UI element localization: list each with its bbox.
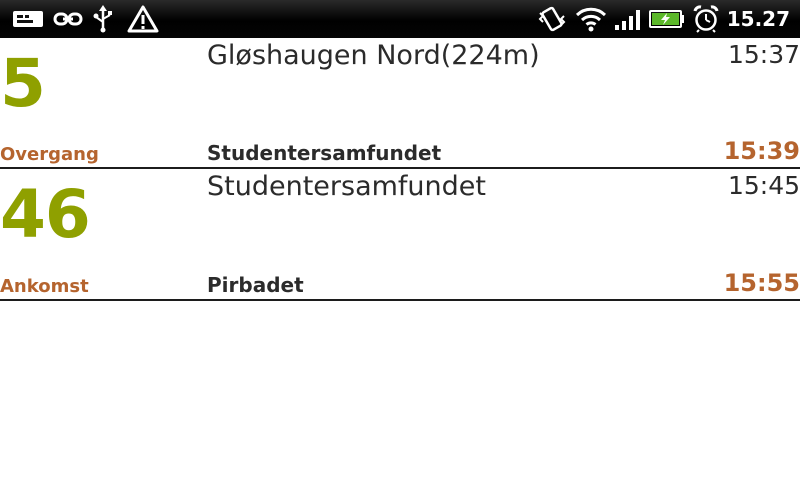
departure-stop: Studentersamfundet <box>207 171 486 202</box>
arrival-time: 15:55 <box>723 269 800 297</box>
arrival-stop: Pirbadet <box>207 273 304 297</box>
link-icon[interactable] <box>52 0 84 38</box>
line-number: 46 <box>0 176 91 253</box>
route-list: 5 Overgang Gløshaugen Nord(224m) 15:37 S… <box>0 38 800 301</box>
status-clock: 15.27 <box>726 7 790 31</box>
battery-charging-icon <box>648 0 686 38</box>
wifi-icon <box>574 0 608 38</box>
departure-time: 15:37 <box>727 40 800 69</box>
route-type-label: Overgang <box>0 144 99 165</box>
arrival-stop: Studentersamfundet <box>207 141 442 165</box>
vibrate-icon <box>536 0 568 38</box>
departure-stop: Gløshaugen Nord(224m) <box>207 40 540 71</box>
status-bar: 15.27 <box>0 0 800 38</box>
route-row[interactable]: 5 Overgang Gløshaugen Nord(224m) 15:37 S… <box>0 38 800 169</box>
alarm-icon <box>690 0 722 38</box>
warning-icon[interactable] <box>126 0 160 38</box>
departure-time: 15:45 <box>727 171 800 200</box>
signal-icon <box>612 0 644 38</box>
line-number: 5 <box>0 45 46 122</box>
route-row[interactable]: 46 Ankomst Studentersamfundet 15:45 Pirb… <box>0 169 800 301</box>
keyboard-notification-icon[interactable] <box>12 0 44 38</box>
route-type-label: Ankomst <box>0 276 89 297</box>
usb-icon[interactable] <box>90 0 116 38</box>
arrival-time: 15:39 <box>723 137 800 165</box>
